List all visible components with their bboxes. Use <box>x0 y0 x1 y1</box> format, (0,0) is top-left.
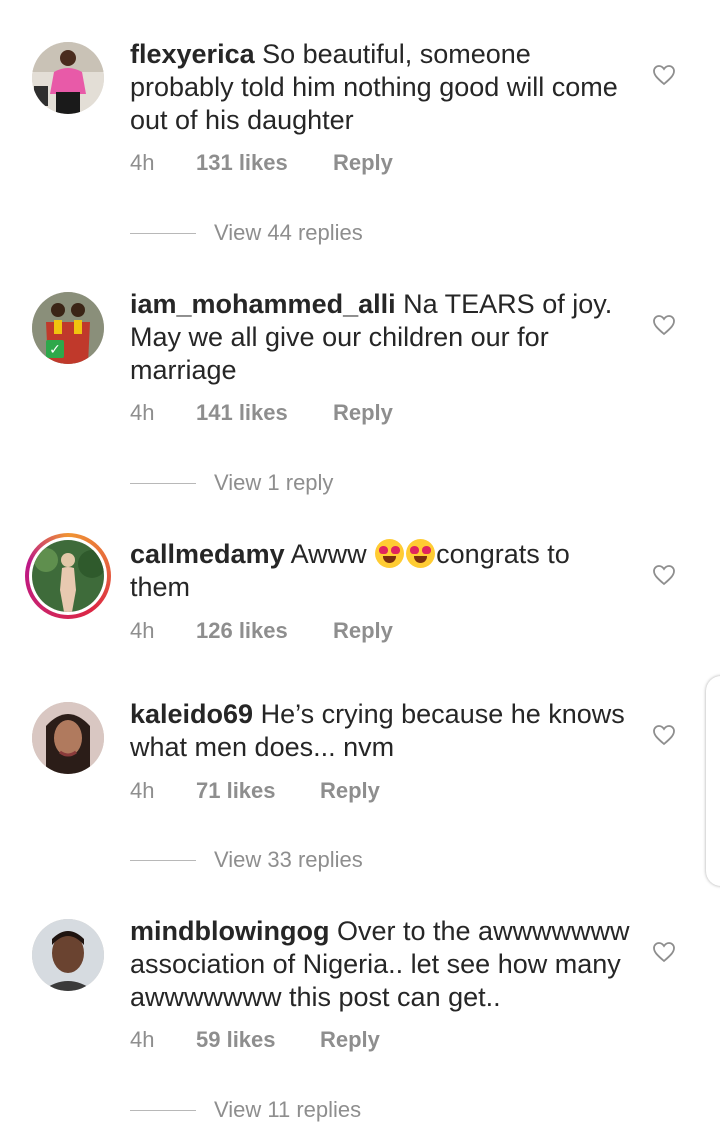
timestamp: 4h <box>130 618 155 643</box>
heart-icon[interactable] <box>652 313 676 337</box>
verified-check-icon: ✓ <box>46 340 64 358</box>
username[interactable]: callmedamy <box>130 539 285 569</box>
reply-button[interactable]: Reply <box>333 398 393 428</box>
heart-icon[interactable] <box>652 63 676 87</box>
heart-icon[interactable] <box>652 563 676 587</box>
comment-text: iam_mohammed_alli Na TEARS of joy. May w… <box>130 288 630 387</box>
comment-text: callmedamy Awww congrats to them <box>130 538 630 604</box>
avatar[interactable] <box>32 702 104 774</box>
view-replies-label[interactable]: View 1 reply <box>214 468 333 498</box>
comment-text: kaleido69 He’s crying because he knows w… <box>130 698 630 764</box>
username[interactable]: iam_mohammed_alli <box>130 289 396 319</box>
avatar-image <box>32 42 104 114</box>
reply-button[interactable]: Reply <box>320 1025 380 1055</box>
view-replies-label[interactable]: View 33 replies <box>214 845 363 875</box>
divider-line <box>130 1110 196 1111</box>
username[interactable]: kaleido69 <box>130 699 253 729</box>
likes-count[interactable]: 126 likes <box>196 616 288 646</box>
divider-line <box>130 860 196 861</box>
avatar[interactable] <box>32 42 104 114</box>
avatar <box>32 540 104 612</box>
likes-count[interactable]: 71 likes <box>196 776 276 806</box>
edge-panel-handle[interactable] <box>706 676 720 886</box>
avatar-image <box>32 702 104 774</box>
reply-button[interactable]: Reply <box>320 776 380 806</box>
avatar-image <box>32 540 104 612</box>
heart-eyes-emoji <box>375 539 405 568</box>
heart-icon[interactable] <box>652 723 676 747</box>
likes-count[interactable]: 59 likes <box>196 1025 276 1055</box>
username[interactable]: mindblowingog <box>130 916 329 946</box>
comment-text: mindblowingog Over to the awwwwwww assoc… <box>130 915 630 1014</box>
avatar-image <box>32 919 104 991</box>
heart-icon[interactable] <box>652 940 676 964</box>
divider-line <box>130 233 196 234</box>
divider-line <box>130 483 196 484</box>
avatar[interactable] <box>32 919 104 991</box>
heart-eyes-emoji <box>406 539 436 568</box>
comment-text: flexyerica So beautiful, someone probabl… <box>130 38 630 137</box>
reply-button[interactable]: Reply <box>333 148 393 178</box>
view-replies-label[interactable]: View 11 replies <box>214 1095 361 1125</box>
timestamp: 4h <box>130 1027 155 1052</box>
timestamp: 4h <box>130 400 155 425</box>
reply-button[interactable]: Reply <box>333 616 393 646</box>
timestamp: 4h <box>130 778 155 803</box>
timestamp: 4h <box>130 150 155 175</box>
comment-body-start: Awww <box>290 539 367 569</box>
view-replies-label[interactable]: View 44 replies <box>214 218 363 248</box>
username[interactable]: flexyerica <box>130 39 255 69</box>
avatar[interactable]: ✓ <box>32 292 104 364</box>
avatar-image <box>32 292 104 364</box>
likes-count[interactable]: 141 likes <box>196 398 288 428</box>
avatar-story-ring[interactable] <box>25 533 111 619</box>
likes-count[interactable]: 131 likes <box>196 148 288 178</box>
